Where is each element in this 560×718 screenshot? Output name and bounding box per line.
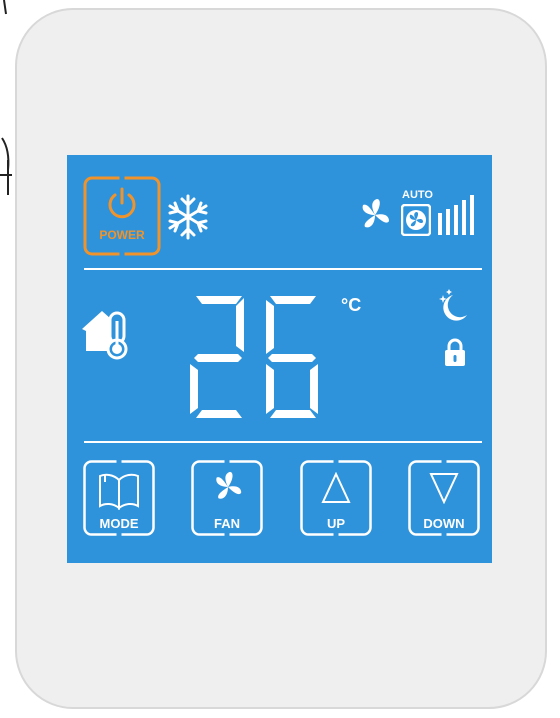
mode-button-label: MODE (99, 516, 139, 531)
divider-bottom (84, 441, 482, 443)
divider-top (84, 268, 482, 270)
fan-speed-bar (470, 195, 474, 235)
fan-speed-bar (454, 205, 458, 235)
digit-segment (270, 296, 316, 304)
lcd-screen: POWER AUTO °C MODE FAN UP DOWN (67, 155, 492, 563)
book-icon (99, 473, 139, 510)
fan-auto-label: AUTO (402, 189, 433, 201)
auto-fan-icon (401, 204, 431, 236)
digit-segment (194, 354, 242, 362)
digit-segment (190, 364, 198, 414)
up-button-label: UP (326, 516, 346, 531)
digit-segment (196, 296, 242, 304)
fan-speed-bar (462, 200, 466, 235)
fan-icon (216, 471, 242, 499)
power-button[interactable]: POWER (83, 176, 161, 256)
fan-speed-bar (446, 209, 450, 235)
power-label: POWER (99, 228, 145, 242)
mode-button[interactable]: MODE (83, 460, 155, 536)
fan-speed-bars (438, 195, 474, 235)
fan-speed-bar (438, 213, 442, 235)
down-button[interactable]: DOWN (408, 460, 480, 536)
digit-segment (266, 300, 274, 354)
indoor-temperature-icon (82, 311, 128, 360)
digit-segment (196, 410, 242, 418)
digit-segment (270, 410, 316, 418)
fan-status-icon (362, 199, 389, 228)
temperature-value: 26 (67, 155, 68, 156)
digit-segment (268, 354, 316, 362)
down-arrow-icon (429, 473, 459, 504)
digit-segment (236, 298, 244, 352)
digit-segment (310, 364, 318, 414)
snowflake-icon (168, 194, 208, 240)
digit-segment (266, 364, 274, 414)
temperature-unit: °C (341, 295, 362, 315)
up-arrow-icon (321, 472, 351, 503)
lock-icon (445, 338, 465, 366)
fan-button-label: FAN (214, 516, 240, 531)
power-icon (108, 187, 136, 219)
fan-button[interactable]: FAN (191, 460, 263, 536)
temperature-display (190, 296, 318, 418)
down-button-label: DOWN (423, 516, 465, 531)
up-button[interactable]: UP (300, 460, 372, 536)
sleep-moon-icon (439, 289, 467, 321)
